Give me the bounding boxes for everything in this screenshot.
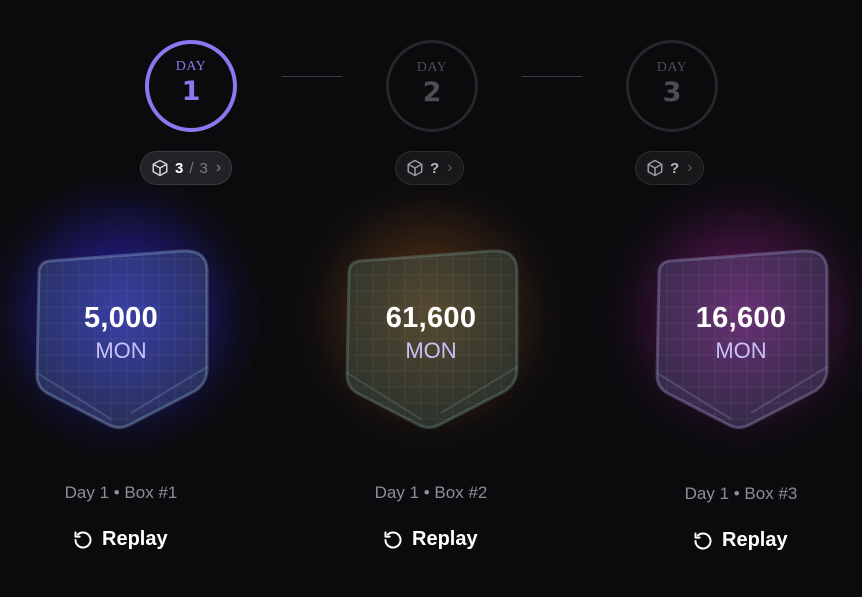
box-count-pill-day-3[interactable]: ? › (635, 151, 704, 185)
reward-amount: 61,600 (385, 302, 477, 334)
chevron-right-icon: › (447, 159, 453, 176)
replay-label: Replay (722, 529, 788, 551)
replay-button[interactable]: Replay (693, 529, 788, 552)
day-number: 3 (662, 77, 682, 108)
day-step-2[interactable]: DAY 2 (386, 40, 478, 132)
step-connector (522, 76, 582, 77)
day-number: 1 (181, 76, 201, 107)
box-total: 3 (199, 159, 208, 177)
day-number: 2 (422, 77, 442, 108)
box-caption: Day 1 • Box #2 (374, 483, 488, 502)
replay-button[interactable]: Replay (73, 528, 168, 551)
replay-icon (73, 530, 93, 550)
day-label: DAY (175, 59, 207, 74)
day-label: DAY (656, 60, 688, 75)
box-count-separator: / (189, 159, 194, 177)
day-step-3[interactable]: DAY 3 (626, 40, 718, 132)
chevron-right-icon: › (687, 159, 693, 176)
box-count: ? (430, 159, 440, 177)
replay-button[interactable]: Replay (383, 528, 478, 551)
replay-label: Replay (102, 528, 168, 550)
cube-icon (151, 159, 169, 177)
cube-icon (646, 159, 664, 177)
box-count: ? (670, 159, 680, 177)
step-connector (282, 76, 342, 77)
day-step-1[interactable]: DAY 1 (145, 40, 237, 132)
day-label: DAY (416, 60, 448, 75)
chevron-right-icon: › (215, 159, 222, 176)
box-caption: Day 1 • Box #1 (64, 483, 178, 502)
replay-icon (693, 531, 713, 551)
box-count: 3 (175, 159, 184, 177)
box-caption: Day 1 • Box #3 (684, 484, 798, 503)
replay-icon (383, 530, 403, 550)
reward-amount: 5,000 (83, 302, 159, 334)
reward-unit: MON (95, 338, 147, 363)
day-rewards-screen: DAY 1 DAY 2 DAY 3 3 / 3 › ? › ? › 5,000 … (0, 0, 862, 597)
replay-label: Replay (412, 528, 478, 550)
reward-unit: MON (405, 338, 457, 363)
reward-unit: MON (715, 338, 767, 363)
reward-amount: 16,600 (695, 302, 787, 334)
